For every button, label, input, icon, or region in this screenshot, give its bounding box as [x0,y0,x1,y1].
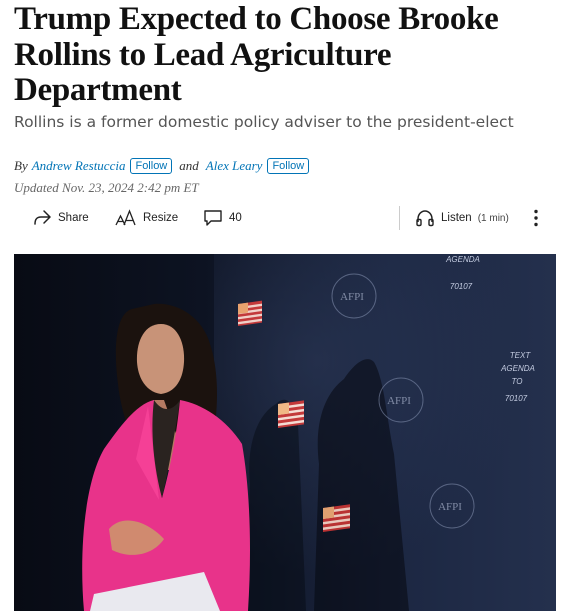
backdrop-text-right-3: TO [512,377,523,386]
backdrop-text-right-1: TEXT [510,351,532,360]
follow-button-andrew-restuccia[interactable]: Follow [130,158,173,174]
article-dek: Rollins is a former domestic policy advi… [14,113,514,131]
backdrop-text-top-2: 70107 [450,282,473,291]
backdrop-logo-1: AFPI [340,291,364,303]
comments-button[interactable]: 40 [203,202,242,234]
vertical-ellipsis-icon [533,208,539,228]
comment-bubble-icon [203,209,223,227]
byline-by: By [14,158,28,173]
resize-label: Resize [143,212,179,224]
more-options-button[interactable] [530,202,542,234]
backdrop-text-top-1: AGENDA [445,255,480,264]
text-size-icon [115,209,137,227]
article-photo: AFPI AFPI AFPI AGENDA 70107 TEXT AGENDA … [14,254,556,611]
author-link-alex-leary[interactable]: Alex Leary [206,158,263,174]
listen-duration: (1 min) [477,212,509,224]
toolbar-divider [399,206,400,230]
byline: By Andrew Restuccia Follow and Alex Lear… [14,158,310,174]
article-headline: Trump Expected to Choose Brooke Rollins … [14,1,499,108]
author-link-andrew-restuccia[interactable]: Andrew Restuccia [32,158,126,174]
headphones-icon [415,209,435,227]
share-button[interactable]: Share [32,202,89,234]
backdrop-logo-3: AFPI [438,501,462,513]
follow-button-alex-leary[interactable]: Follow [267,158,310,174]
share-arrow-icon [32,209,52,227]
resize-button[interactable]: Resize [115,202,178,234]
share-label: Share [58,212,89,224]
updated-timestamp: Updated Nov. 23, 2024 2:42 pm ET [14,180,199,195]
article-toolbar: Share Resize 40 Listen (1 min) [0,202,572,234]
byline-and: and [179,158,199,173]
backdrop-logo-2: AFPI [387,395,411,407]
comments-count: 40 [229,212,242,224]
listen-label: Listen [441,212,472,224]
listen-button[interactable]: Listen (1 min) [415,202,509,234]
backdrop-text-right-2: AGENDA [500,364,535,373]
backdrop-text-right-4: 70107 [505,394,528,403]
